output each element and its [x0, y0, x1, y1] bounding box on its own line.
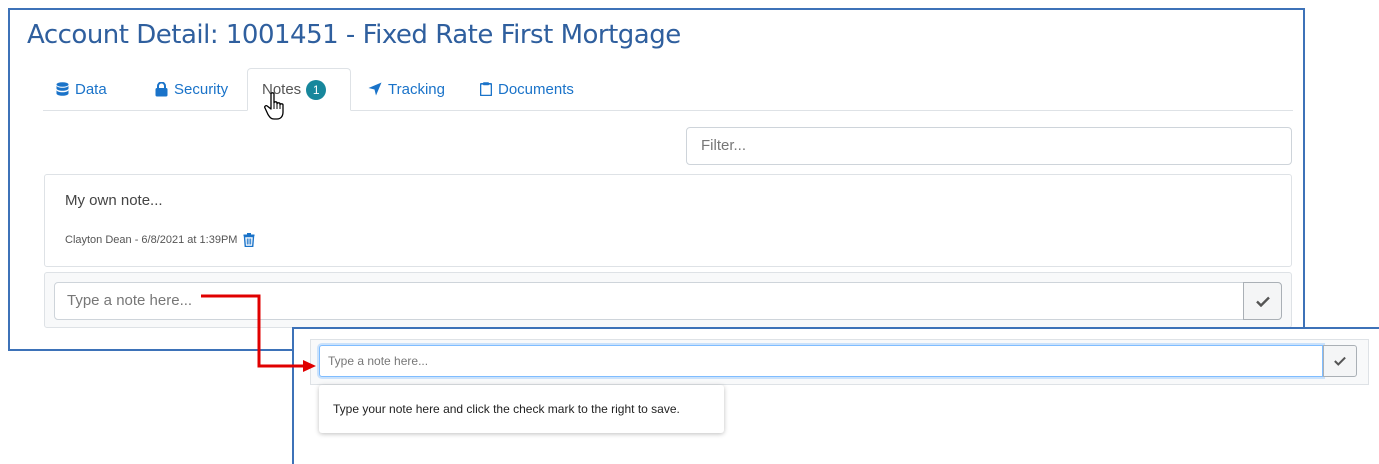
- tab-tracking[interactable]: Tracking: [368, 68, 445, 110]
- filter-input[interactable]: Filter...: [686, 127, 1292, 165]
- tab-label: Documents: [498, 80, 574, 98]
- zoomed-callout-panel: Type a note here... Type your note here …: [292, 327, 1379, 464]
- location-arrow-icon: [368, 82, 382, 96]
- zoomed-save-note-button[interactable]: [1323, 345, 1357, 377]
- clipboard-icon: [480, 82, 492, 96]
- tab-label: Tracking: [388, 80, 445, 98]
- tab-documents[interactable]: Documents: [480, 68, 574, 110]
- save-note-button[interactable]: [1243, 282, 1282, 320]
- zoomed-note-group: Type a note here...: [310, 339, 1369, 385]
- note-input-tooltip: Type your note here and click the check …: [319, 385, 724, 433]
- callout-arrow-icon: [201, 294, 316, 372]
- check-icon: [1255, 296, 1270, 307]
- check-icon: [1334, 356, 1346, 366]
- zoomed-note-input[interactable]: Type a note here...: [319, 345, 1323, 377]
